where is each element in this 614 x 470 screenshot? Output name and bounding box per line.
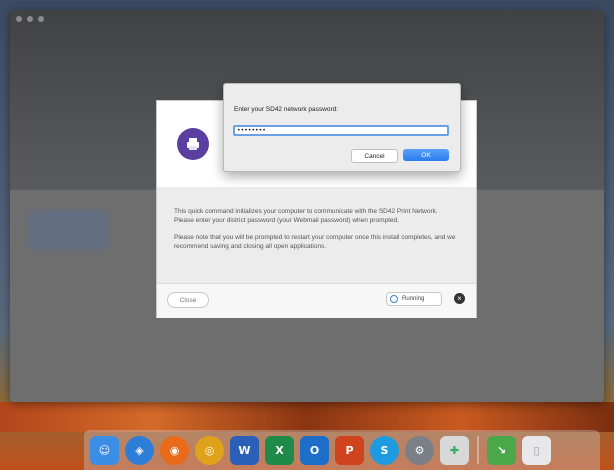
downloads-icon[interactable]: ↘ bbox=[487, 436, 516, 465]
dock-separator bbox=[477, 436, 479, 464]
firefox-icon[interactable]: ◉ bbox=[160, 436, 189, 465]
minimize-window-button[interactable] bbox=[27, 16, 33, 22]
ok-button[interactable]: OK bbox=[403, 149, 449, 161]
message-password: Please enter your district password (you… bbox=[174, 217, 399, 224]
close-window-button[interactable] bbox=[16, 16, 22, 22]
background-blur bbox=[28, 210, 108, 250]
message-restart: Please note that you will be prompted to… bbox=[174, 234, 456, 250]
system-preferences-icon[interactable]: ⚙ bbox=[405, 436, 434, 465]
installer-footer: Close Running × bbox=[157, 283, 476, 318]
safari-icon[interactable]: ◈ bbox=[125, 436, 154, 465]
word-icon[interactable]: W bbox=[230, 436, 259, 465]
dock-icons: ☺ ◈ ◉ ◎ W X O P S ⚙ ✚ ↘ ▯ bbox=[90, 436, 551, 465]
skype-icon[interactable]: S bbox=[370, 436, 399, 465]
cancel-button[interactable]: Cancel bbox=[351, 149, 398, 163]
zoom-window-button[interactable] bbox=[38, 16, 44, 22]
chrome-icon[interactable]: ◎ bbox=[195, 436, 224, 465]
installer-message: This quick command initializes your comp… bbox=[174, 207, 459, 259]
powerpoint-icon[interactable]: P bbox=[335, 436, 364, 465]
trash-icon[interactable]: ▯ bbox=[522, 436, 551, 465]
message-intro: This quick command initializes your comp… bbox=[174, 208, 438, 215]
wallpaper bbox=[0, 402, 614, 432]
excel-icon[interactable]: X bbox=[265, 436, 294, 465]
self-service-icon[interactable]: ✚ bbox=[440, 436, 469, 465]
password-dialog: Enter your SD42 network password: ••••••… bbox=[223, 83, 461, 172]
dialog-prompt: Enter your SD42 network password: bbox=[234, 106, 339, 113]
close-button[interactable]: Close bbox=[167, 292, 209, 308]
status-label: Running bbox=[402, 296, 425, 302]
spinner-icon bbox=[390, 295, 398, 303]
stop-icon[interactable]: × bbox=[454, 293, 465, 304]
printer-icon bbox=[177, 128, 209, 160]
password-input[interactable]: •••••••• bbox=[233, 125, 449, 136]
outlook-icon[interactable]: O bbox=[300, 436, 329, 465]
status-indicator: Running bbox=[386, 292, 442, 306]
finder-icon[interactable]: ☺ bbox=[90, 436, 119, 465]
installer-body: This quick command initializes your comp… bbox=[157, 187, 476, 283]
window-controls bbox=[16, 16, 44, 22]
